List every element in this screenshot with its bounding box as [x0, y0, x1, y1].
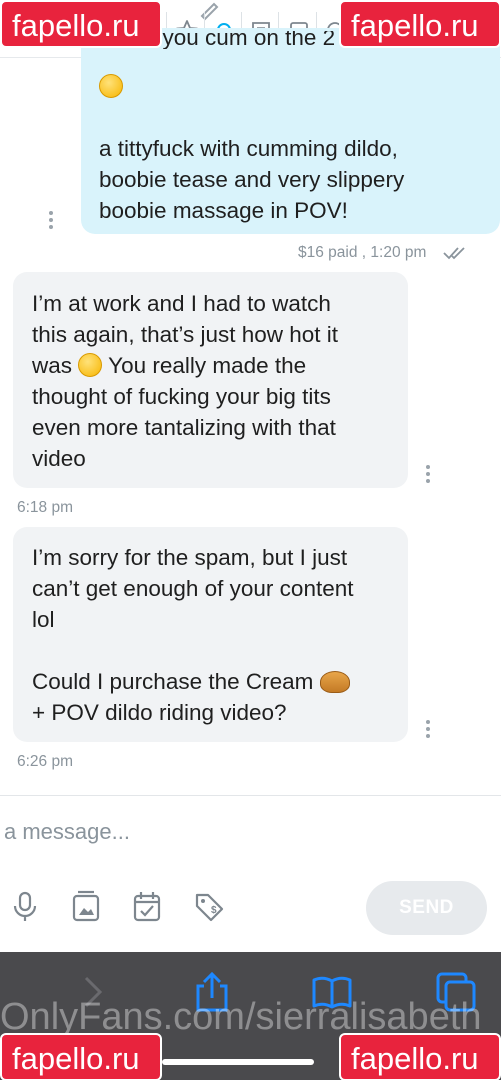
- watermark-badge: fapello.ru: [339, 1033, 501, 1080]
- calendar-check-icon[interactable]: [131, 890, 163, 924]
- watermark-badge: fapello.ru: [0, 0, 162, 48]
- message-line: Could I purchase the Cream: [32, 666, 389, 697]
- message-line: thought of fucking your big tits: [32, 384, 331, 409]
- message-line: I’m at work and I had to watch: [32, 291, 331, 316]
- smirking-face-icon: [99, 74, 123, 98]
- double-check-icon: [443, 247, 465, 260]
- more-options-icon[interactable]: [48, 211, 54, 232]
- paid-status: $16 paid , 1:20 pm: [298, 244, 427, 261]
- message-word: was: [32, 353, 73, 378]
- outgoing-message-bubble[interactable]: a tittyfuck with cumming dildo, boobie t…: [81, 28, 500, 234]
- media-vault-icon[interactable]: [70, 890, 102, 924]
- message-timestamp: 6:26 pm: [17, 753, 74, 770]
- price-tag-icon[interactable]: $: [193, 890, 225, 924]
- svg-text:$: $: [211, 905, 217, 916]
- message-input[interactable]: [0, 812, 501, 852]
- home-indicator[interactable]: [162, 1059, 314, 1065]
- message-emoji-line: [99, 71, 482, 102]
- pie-icon: [319, 671, 350, 693]
- watermark-badge: fapello.ru: [0, 1033, 162, 1080]
- message-line: boobie massage in POV!: [99, 198, 348, 223]
- face-with-steam-icon: [78, 353, 103, 377]
- message-line: a tittyfuck with cumming dildo,: [99, 136, 398, 161]
- message-line: boobie tease and very slippery: [99, 167, 405, 192]
- incoming-message-bubble[interactable]: I’m sorry for the spam, but I just can’t…: [13, 527, 408, 742]
- message-line: was You really made the: [32, 350, 389, 381]
- chat-screen: on a tittyfuck with cumming dildo, boob: [0, 0, 501, 1080]
- watermark-badge: fapello.ru: [339, 0, 501, 48]
- message-line: video: [32, 446, 86, 471]
- send-button[interactable]: SEND: [366, 881, 487, 935]
- incoming-message-bubble[interactable]: I’m at work and I had to watch this agai…: [13, 272, 408, 488]
- message-line: even more tantalizing with that: [32, 415, 336, 440]
- message-line: lol: [32, 607, 55, 632]
- microphone-icon[interactable]: [9, 890, 41, 924]
- message-fragment: You really made the: [108, 353, 307, 378]
- message-fragment: Could I purchase the Cream: [32, 669, 314, 694]
- message-line: can’t get enough of your content: [32, 576, 354, 601]
- message-timestamp: 6:18 pm: [17, 499, 74, 516]
- more-options-icon[interactable]: [425, 465, 431, 486]
- message-line: + POV dildo riding video?: [32, 700, 287, 725]
- message-line: this again, that’s just how hot it: [32, 322, 339, 347]
- message-line: I’m sorry for the spam, but I just: [32, 545, 348, 570]
- more-options-icon[interactable]: [425, 720, 431, 741]
- composer-divider: [0, 795, 501, 796]
